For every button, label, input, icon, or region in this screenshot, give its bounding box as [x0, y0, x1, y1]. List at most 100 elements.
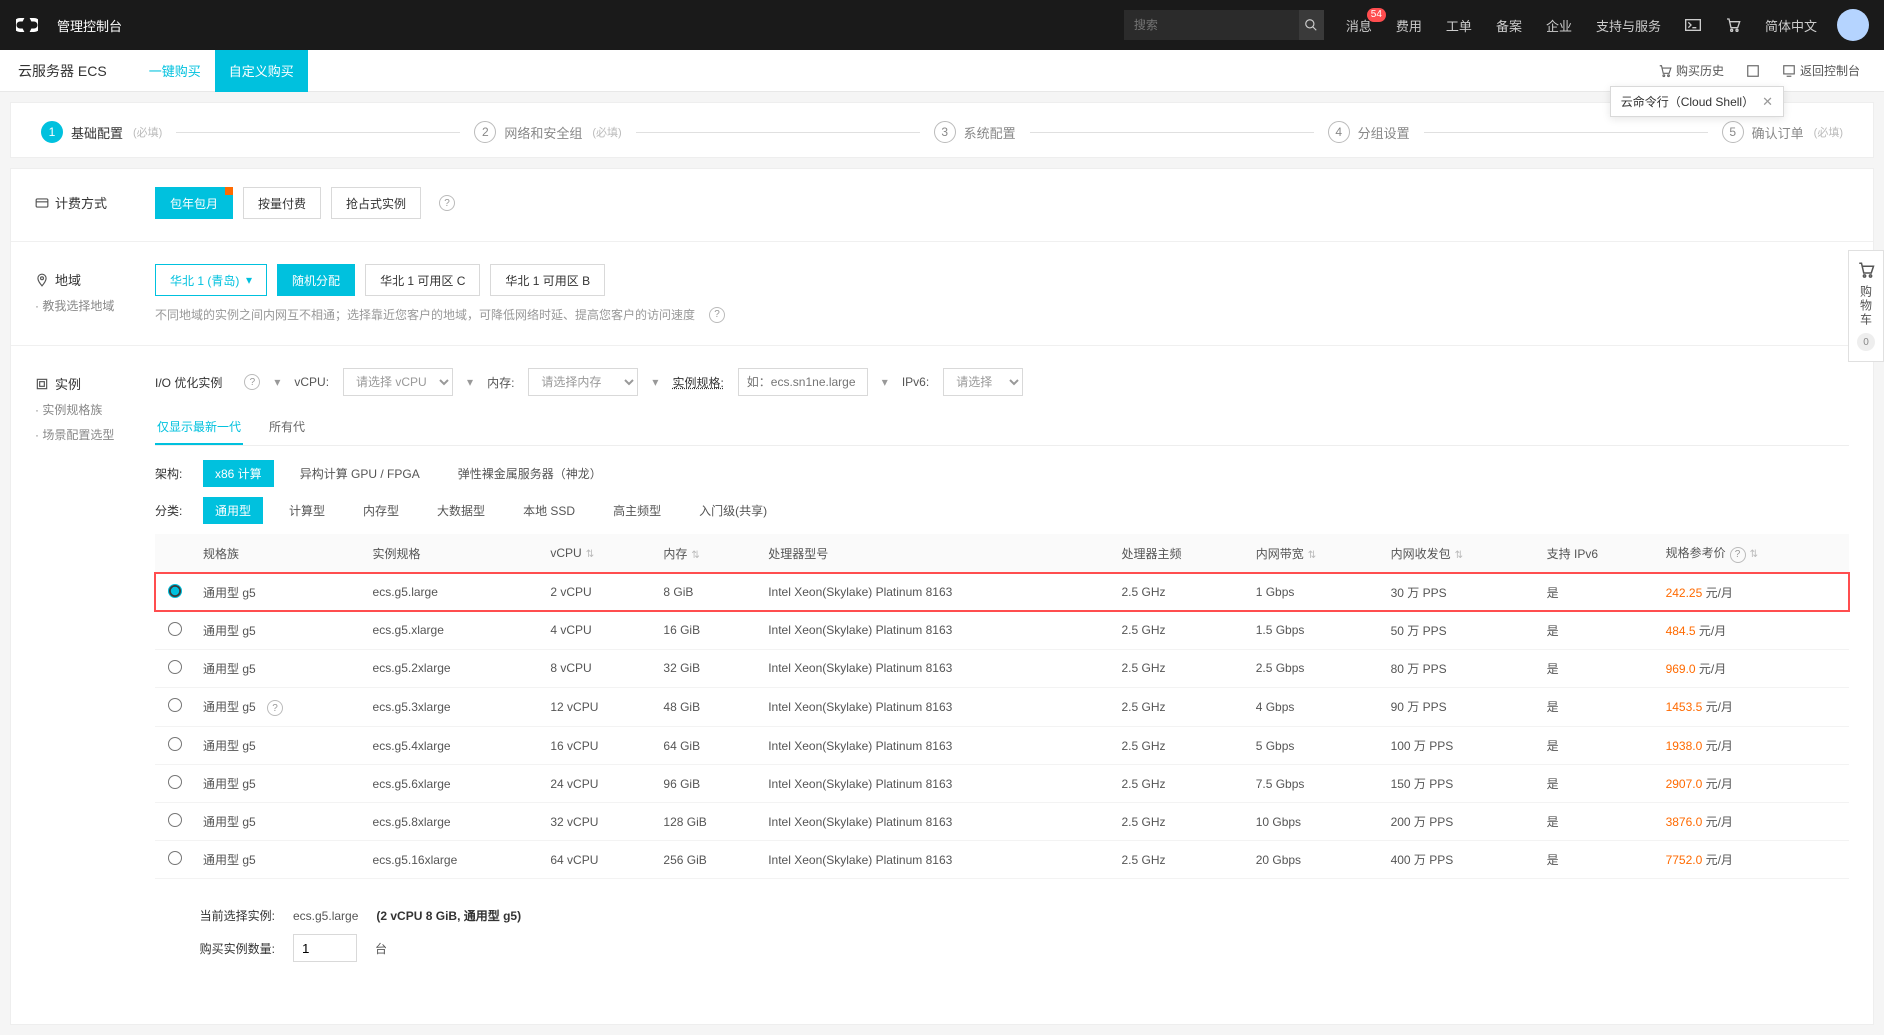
billing-spot[interactable]: 抢占式实例	[331, 187, 421, 219]
arch-baremetal[interactable]: 弹性裸金属服务器（神龙）	[446, 460, 614, 487]
table-row[interactable]: 通用型 g5ecs.g5.8xlarge32 vCPU128 GiBIntel …	[155, 803, 1849, 841]
cloudshell-tooltip: 云命令行（Cloud Shell） ✕	[1610, 86, 1784, 117]
arch-gpu[interactable]: 异构计算 GPU / FPGA	[288, 460, 432, 487]
chevron-down-icon: ▾	[246, 273, 252, 287]
instance-icon	[35, 377, 49, 391]
product-name: 云服务器 ECS	[18, 61, 107, 81]
tab-all-gen[interactable]: 所有代	[267, 410, 307, 445]
zone-random[interactable]: 随机分配	[277, 264, 355, 296]
tab-latest-gen[interactable]: 仅显示最新一代	[155, 410, 243, 445]
zone-c[interactable]: 华北 1 可用区 C	[365, 264, 480, 296]
row-radio[interactable]	[168, 698, 182, 712]
table-row[interactable]: 通用型 g5ecs.g5.4xlarge16 vCPU64 GiBIntel X…	[155, 727, 1849, 765]
row-radio[interactable]	[168, 584, 182, 598]
nav-ticket[interactable]: 工单	[1434, 0, 1484, 50]
row-radio[interactable]	[168, 622, 182, 636]
row-radio[interactable]	[168, 660, 182, 674]
search-button[interactable]	[1299, 10, 1324, 40]
cat-ssd[interactable]: 本地 SSD	[511, 497, 587, 524]
top-bar: 管理控制台 消息54 费用 工单 备案 企业 支持与服务 简体中文	[0, 0, 1884, 50]
billing-subscription[interactable]: 包年包月	[155, 187, 233, 219]
location-icon	[35, 273, 49, 287]
help-icon[interactable]: ?	[1730, 547, 1746, 563]
hidden-tool[interactable]	[1740, 64, 1766, 78]
sort-icon[interactable]: ⇅	[1455, 550, 1463, 561]
row-radio[interactable]	[168, 775, 182, 789]
help-icon[interactable]: ?	[267, 700, 283, 716]
table-row[interactable]: 通用型 g5ecs.g5.16xlarge64 vCPU256 GiBIntel…	[155, 841, 1849, 879]
close-icon[interactable]: ✕	[1762, 94, 1773, 110]
search-input[interactable]	[1124, 18, 1299, 32]
language-switch[interactable]: 简体中文	[1753, 0, 1829, 50]
cat-memory[interactable]: 内存型	[351, 497, 411, 524]
billing-icon	[35, 196, 49, 210]
memory-select[interactable]: 请选择内存	[528, 368, 638, 396]
brand-logo-icon[interactable]	[15, 16, 39, 34]
nav-icp[interactable]: 备案	[1484, 0, 1534, 50]
funnel-icon: ▾	[467, 375, 473, 389]
quantity-input[interactable]	[293, 934, 357, 962]
selection-summary: 当前选择实例: ecs.g5.large (2 vCPU 8 GiB, 通用型 …	[155, 895, 1849, 984]
row-instance: 实例 · 实例规格族 · 场景配置选型 I/O 优化实例? ▾vCPU: 请选择…	[35, 368, 1849, 984]
console-title: 管理控制台	[57, 16, 122, 35]
cloud-shell-icon[interactable]	[1673, 0, 1713, 50]
sort-icon[interactable]: ⇅	[1308, 550, 1316, 561]
funnel-icon: ▾	[882, 375, 888, 389]
config-card: 计费方式 包年包月 按量付费 抢占式实例 ? 地域 · 教我选择地域 华北 1 …	[10, 168, 1874, 1025]
step-5[interactable]: 5确认订单(必填)	[1722, 121, 1843, 143]
table-row[interactable]: 通用型 g5ecs.g5.6xlarge24 vCPU96 GiBIntel X…	[155, 765, 1849, 803]
table-row[interactable]: 通用型 g5ecs.g5.2xlarge8 vCPU32 GiBIntel Xe…	[155, 649, 1849, 687]
wizard-steps: 1基础配置(必填) 2网络和安全组(必填) 3系统配置 4分组设置 5确认订单(…	[10, 102, 1874, 158]
step-1[interactable]: 1基础配置(必填)	[41, 121, 162, 143]
ipv6-select[interactable]: 请选择	[943, 368, 1023, 396]
side-cart[interactable]: 购物车 0	[1848, 250, 1884, 362]
step-4[interactable]: 4分组设置	[1328, 121, 1410, 143]
cat-general[interactable]: 通用型	[203, 497, 263, 524]
instance-filters: I/O 优化实例? ▾vCPU: 请选择 vCPU ▾内存: 请选择内存 ▾实例…	[155, 368, 1849, 396]
funnel-icon: ▾	[274, 375, 280, 389]
nav-enterprise[interactable]: 企业	[1534, 0, 1584, 50]
step-3[interactable]: 3系统配置	[934, 121, 1016, 143]
spec-input[interactable]	[738, 368, 868, 396]
step-2[interactable]: 2网络和安全组(必填)	[474, 121, 621, 143]
cat-compute[interactable]: 计算型	[277, 497, 337, 524]
table-row[interactable]: 通用型 g5ecs.g5.large2 vCPU8 GiBIntel Xeon(…	[155, 573, 1849, 611]
region-help-link[interactable]: · 教我选择地域	[35, 297, 114, 314]
tab-custombuy[interactable]: 自定义购买	[215, 50, 308, 92]
arch-x86[interactable]: x86 计算	[203, 460, 274, 487]
vcpu-select[interactable]: 请选择 vCPU	[343, 368, 453, 396]
table-row[interactable]: 通用型 g5 ?ecs.g5.3xlarge12 vCPU48 GiBIntel…	[155, 687, 1849, 727]
tab-quickbuy[interactable]: 一键购买	[135, 50, 215, 92]
sort-icon[interactable]: ⇅	[586, 549, 594, 560]
cat-bigdata[interactable]: 大数据型	[425, 497, 497, 524]
return-console[interactable]: 返回控制台	[1776, 62, 1866, 79]
cat-highfreq[interactable]: 高主频型	[601, 497, 673, 524]
help-icon[interactable]: ?	[439, 195, 455, 211]
sort-icon[interactable]: ⇅	[1750, 549, 1758, 560]
billing-payg[interactable]: 按量付费	[243, 187, 321, 219]
cart-icon[interactable]	[1713, 0, 1753, 50]
help-icon[interactable]: ?	[709, 307, 725, 323]
zone-b[interactable]: 华北 1 可用区 B	[490, 264, 605, 296]
row-radio[interactable]	[168, 851, 182, 865]
user-avatar[interactable]	[1837, 9, 1869, 41]
funnel-icon: ▾	[652, 375, 658, 389]
arch-row: 架构: x86 计算 异构计算 GPU / FPGA 弹性裸金属服务器（神龙）	[155, 460, 1849, 487]
spec-filter-link[interactable]: 实例规格:	[672, 374, 723, 391]
cat-entry[interactable]: 入门级(共享)	[687, 497, 779, 524]
sub-header: 云服务器 ECS 一键购买 自定义购买 购买历史 返回控制台 云命令行（Clou…	[0, 50, 1884, 92]
help-icon[interactable]: ?	[244, 374, 260, 390]
cart-icon	[1857, 261, 1875, 279]
table-row[interactable]: 通用型 g5ecs.g5.xlarge4 vCPU16 GiBIntel Xeo…	[155, 611, 1849, 649]
sort-icon[interactable]: ⇅	[691, 550, 699, 561]
purchase-history[interactable]: 购买历史	[1652, 62, 1730, 79]
generation-tabs: 仅显示最新一代 所有代	[155, 410, 1849, 446]
row-radio[interactable]	[168, 813, 182, 827]
region-selected[interactable]: 华北 1 (青岛) ▾	[155, 264, 267, 296]
nav-support[interactable]: 支持与服务	[1584, 0, 1673, 50]
row-radio[interactable]	[168, 737, 182, 751]
instance-family-link[interactable]: · 实例规格族	[35, 401, 102, 418]
nav-billing[interactable]: 费用	[1384, 0, 1434, 50]
nav-messages[interactable]: 消息54	[1334, 0, 1384, 50]
instance-scenario-link[interactable]: · 场景配置选型	[35, 426, 114, 443]
